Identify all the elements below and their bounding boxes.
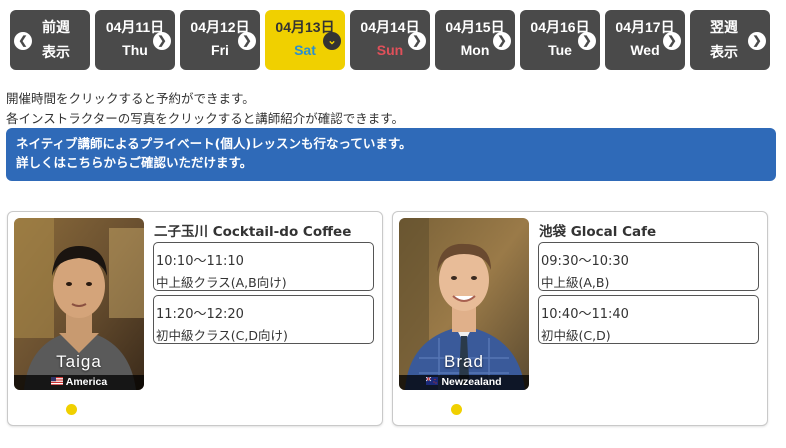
venue-name: 二子玉川 Cocktail-do Coffee: [154, 224, 352, 240]
chevron-down-icon: ⌄: [323, 32, 341, 50]
date-tab-thu[interactable]: 04月11日 Thu ❯: [95, 10, 175, 70]
banner-line-2: 詳しくはこちらからご確認いただけます。: [16, 155, 253, 170]
slot-level: 中上級(A,B): [541, 275, 610, 290]
next-week-button[interactable]: 翌週 表示 ❯: [690, 10, 770, 70]
instructor-country: Newzealand: [399, 375, 529, 390]
banner-line-1: ネイティブ講師によるプライベート(個人)レッスンも行なっています。: [16, 136, 412, 151]
venue-name: 池袋 Glocal Cafe: [539, 224, 657, 240]
chevron-right-icon: ❯: [153, 32, 171, 50]
lesson-slot[interactable]: 09:30〜10:30 中上級(A,B): [538, 242, 759, 291]
slot-level: 初中級(C,D): [541, 328, 611, 343]
lesson-slot[interactable]: 10:10〜11:10 中上級クラス(A,B向け): [153, 242, 374, 291]
chevron-right-icon: ❯: [238, 32, 256, 50]
chevron-right-icon: ❯: [578, 32, 596, 50]
instructor-photo-taiga[interactable]: Taiga America: [14, 218, 144, 390]
prev-week-button[interactable]: ❮ 前週 表示: [10, 10, 90, 70]
lesson-slot[interactable]: 11:20〜12:20 初中級クラス(C,D向け): [153, 295, 374, 344]
instructor-card-taiga: Taiga America 二子玉川 Cocktail-do Coffee 10…: [7, 211, 383, 426]
instruction-line-booking: 開催時間をクリックすると予約ができます。: [6, 91, 255, 106]
chevron-right-icon: ❯: [408, 32, 426, 50]
slot-time: 09:30〜10:30: [541, 254, 629, 269]
status-dot: [451, 404, 462, 415]
us-flag-icon: [50, 377, 63, 385]
date-navigation: ❮ 前週 表示 04月11日 Thu ❯ 04月12日 Fri ❯ 04月13日…: [10, 10, 770, 70]
instructor-country: America: [14, 375, 144, 390]
chevron-right-icon: ❯: [663, 32, 681, 50]
slot-level: 中上級クラス(A,B向け): [156, 275, 287, 290]
slot-time: 10:10〜11:10: [156, 254, 244, 269]
nz-flag-icon: [426, 377, 439, 385]
date-tab-tue[interactable]: 04月16日 Tue ❯: [520, 10, 600, 70]
lesson-slot[interactable]: 10:40〜11:40 初中級(C,D): [538, 295, 759, 344]
slot-time: 10:40〜11:40: [541, 307, 629, 322]
private-lesson-banner[interactable]: ネイティブ講師によるプライベート(個人)レッスンも行なっています。 詳しくはこち…: [6, 128, 776, 181]
instructor-photo-brad[interactable]: Brad Newzealand: [399, 218, 529, 390]
slot-level: 初中級クラス(C,D向け): [156, 328, 288, 343]
date-tab-sat[interactable]: 04月13日 Sat ⌄: [265, 10, 345, 70]
slot-time: 11:20〜12:20: [156, 307, 244, 322]
instructor-name: Taiga: [56, 352, 102, 371]
chevron-right-icon: ❯: [748, 32, 766, 50]
instructor-card-brad: Brad Newzealand 池袋 Glocal Cafe 09:30〜10:…: [392, 211, 768, 426]
instructions-text: 開催時間をクリックすると予約ができます。 各インストラクターの写真をクリックする…: [6, 89, 404, 129]
date-tab-mon[interactable]: 04月15日 Mon ❯: [435, 10, 515, 70]
status-dot: [66, 404, 77, 415]
instruction-line-photo: 各インストラクターの写真をクリックすると講師紹介が確認できます。: [6, 111, 405, 126]
date-tab-sun[interactable]: 04月14日 Sun ❯: [350, 10, 430, 70]
instructor-name: Brad: [444, 352, 484, 371]
date-tab-fri[interactable]: 04月12日 Fri ❯: [180, 10, 260, 70]
chevron-right-icon: ❯: [493, 32, 511, 50]
date-tab-wed[interactable]: 04月17日 Wed ❯: [605, 10, 685, 70]
